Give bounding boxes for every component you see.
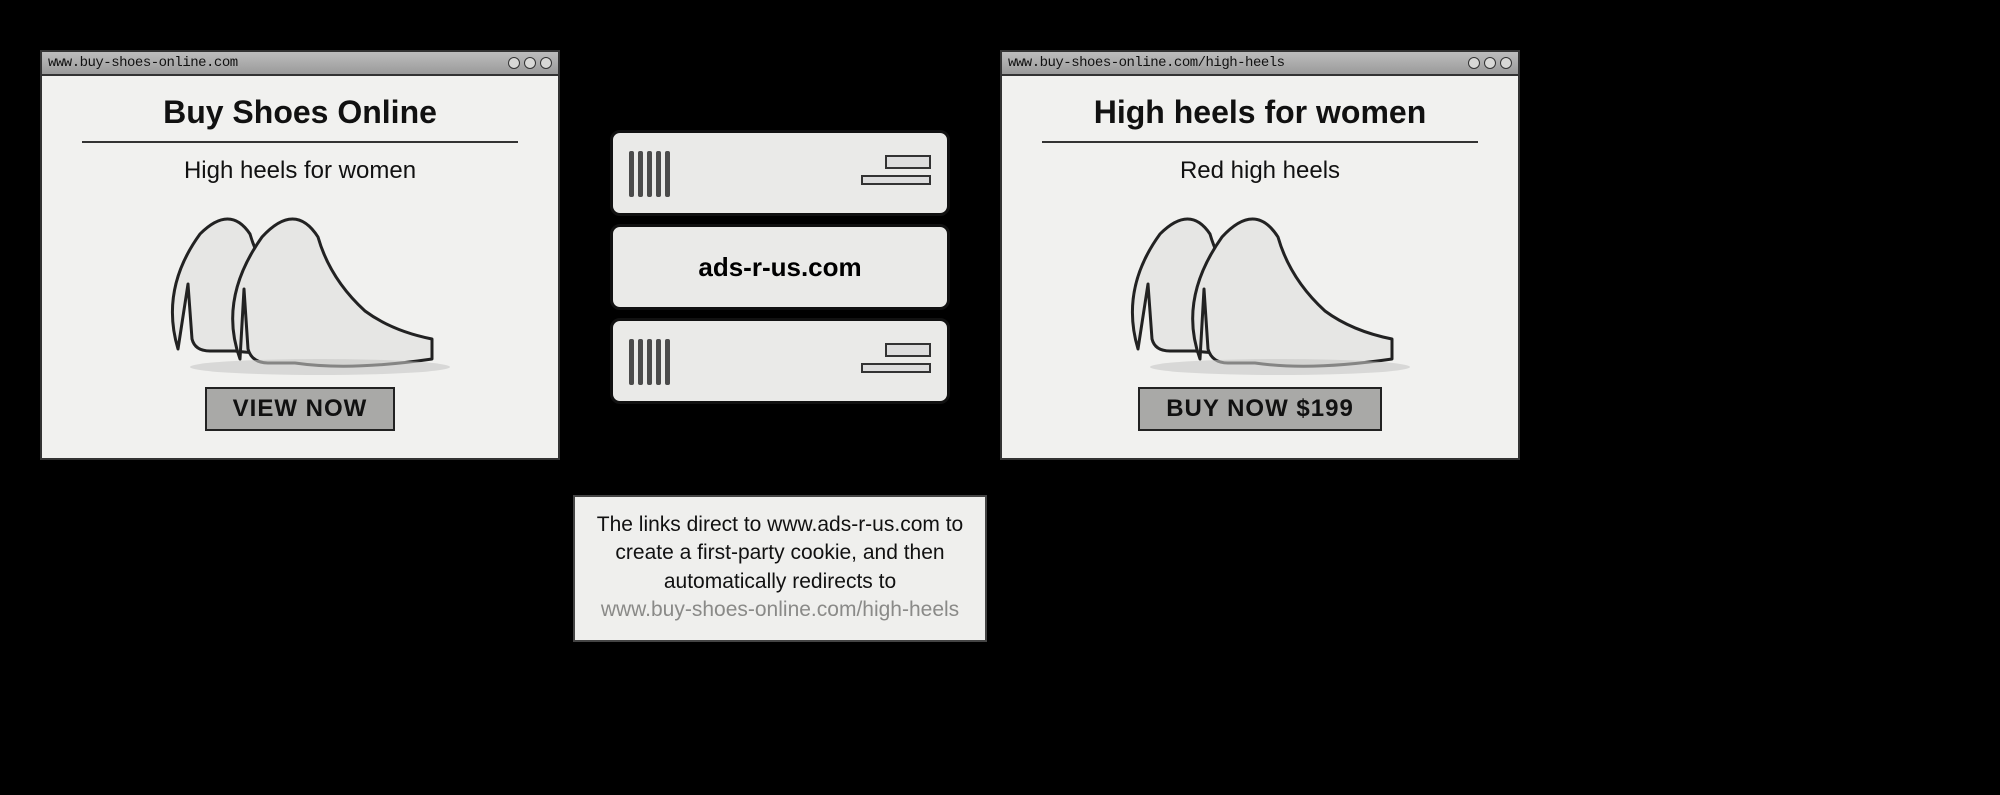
server-unit-top [610, 130, 950, 216]
high-heels-icon [1100, 189, 1420, 379]
url-right: www.buy-shoes-online.com/high-heels [1008, 55, 1468, 71]
page-left: Buy Shoes Online High heels for women VI… [42, 76, 558, 451]
server-label: ads-r-us.com [698, 252, 861, 283]
server-vents-icon [629, 151, 670, 197]
window-dot-icon [540, 57, 552, 69]
product-image-right [1032, 189, 1488, 379]
window-dot-icon [508, 57, 520, 69]
titlebar-right: www.buy-shoes-online.com/high-heels [1002, 52, 1518, 76]
divider [1042, 141, 1478, 143]
subhead-right: Red high heels [1032, 157, 1488, 185]
window-controls-right[interactable] [1468, 57, 1512, 69]
caption-text: The links direct to www.ads-r-us.com to … [597, 513, 963, 593]
page-title-right: High heels for women [1032, 90, 1488, 141]
page-title-left: Buy Shoes Online [72, 90, 528, 141]
subhead-left: High heels for women [72, 157, 528, 185]
window-dot-icon [1500, 57, 1512, 69]
caption-box: The links direct to www.ads-r-us.com to … [573, 495, 987, 642]
divider [82, 141, 518, 143]
server-slots-icon [861, 343, 931, 373]
window-dot-icon [524, 57, 536, 69]
server-unit-bottom [610, 318, 950, 404]
product-image-left [72, 189, 528, 379]
titlebar-left: www.buy-shoes-online.com [42, 52, 558, 76]
high-heels-icon [140, 189, 460, 379]
url-left: www.buy-shoes-online.com [48, 55, 508, 71]
server-unit-label: ads-r-us.com [610, 224, 950, 310]
ad-server-stack: ads-r-us.com [610, 130, 950, 412]
window-dot-icon [1468, 57, 1480, 69]
view-now-button[interactable]: VIEW NOW [205, 387, 396, 431]
caption-redirect-url: www.buy-shoes-online.com/high-heels [601, 598, 959, 621]
server-vents-icon [629, 339, 670, 385]
browser-window-right: www.buy-shoes-online.com/high-heels High… [1000, 50, 1520, 460]
window-dot-icon [1484, 57, 1496, 69]
server-slots-icon [861, 155, 931, 185]
buy-now-button[interactable]: BUY NOW $199 [1138, 387, 1382, 431]
page-right: High heels for women Red high heels BUY … [1002, 76, 1518, 451]
browser-window-left: www.buy-shoes-online.com Buy Shoes Onlin… [40, 50, 560, 460]
window-controls-left[interactable] [508, 57, 552, 69]
